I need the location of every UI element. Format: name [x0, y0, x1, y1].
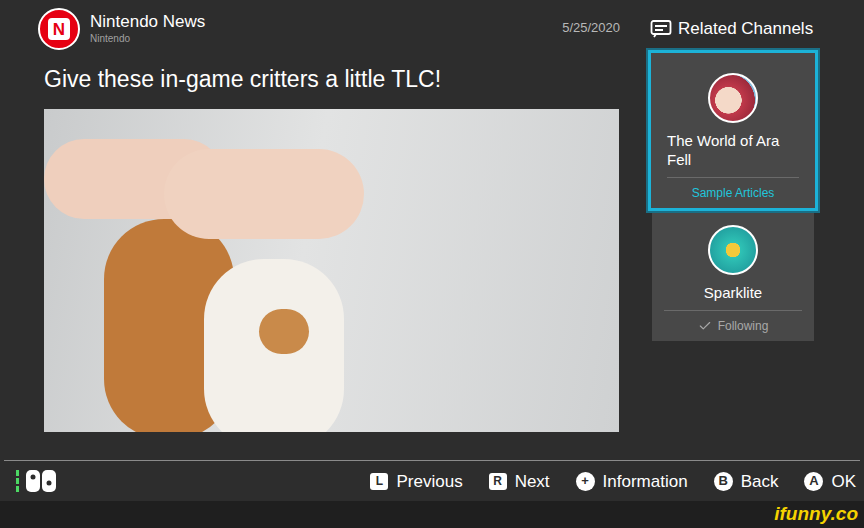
- channels-icon: [650, 19, 672, 39]
- footer-button[interactable]: +Information: [576, 471, 688, 492]
- card-divider: [667, 177, 799, 178]
- article-headline: Give these in-game critters a little TLC…: [44, 64, 620, 94]
- main-area: N Nintendo NewsNintendo 5/25/2020 Give thes…: [0, 0, 864, 460]
- footer-button[interactable]: LPrevious: [370, 471, 462, 492]
- nintendo-news-logo-icon: N: [38, 8, 80, 50]
- article-date: 5/25/2020: [562, 18, 620, 38]
- channel-status: Following: [698, 317, 769, 335]
- footer-button[interactable]: AOK: [804, 471, 856, 492]
- footer-divider: [4, 460, 860, 461]
- related-header: Related Channels: [650, 18, 818, 39]
- card-divider: [664, 310, 802, 311]
- key-icon: +: [576, 472, 595, 491]
- related-column: Related Channels The World of Ara Fell Sam…: [648, 0, 818, 460]
- key-icon: L: [370, 473, 388, 490]
- channel-card[interactable]: The World of Ara Fell Sample Articles: [648, 50, 818, 211]
- check-icon: [698, 319, 712, 333]
- channel-name: Sparklite: [664, 283, 802, 302]
- footer-bar: LPrevious RNext +Information BBack AOK: [0, 461, 864, 501]
- channel-name: The World of Ara Fell: [667, 131, 799, 169]
- article-column: N Nintendo NewsNintendo 5/25/2020 Give thes…: [0, 0, 648, 460]
- channel-publisher: Nintendo: [90, 32, 205, 46]
- channel-card[interactable]: Sparklite Following: [652, 213, 814, 341]
- key-icon: A: [804, 472, 823, 491]
- channel-avatar-icon: [708, 73, 758, 123]
- watermark: ifunny.co: [774, 502, 858, 526]
- channel-status: Sample Articles: [692, 184, 775, 202]
- screen: N Nintendo NewsNintendo 5/25/2020 Give thes…: [0, 0, 864, 528]
- key-icon: R: [489, 473, 507, 490]
- joycon-icon: [14, 468, 60, 494]
- footer-button[interactable]: BBack: [714, 471, 779, 492]
- footer-button[interactable]: RNext: [489, 471, 550, 492]
- channel-title: Nintendo News: [90, 11, 205, 32]
- channel-header: N Nintendo NewsNintendo 5/25/2020: [38, 8, 620, 50]
- key-icon: B: [714, 472, 733, 491]
- bottom-strip: ifunny.co: [0, 501, 864, 528]
- article-photo: [44, 109, 619, 432]
- channel-avatar-icon: [708, 225, 758, 275]
